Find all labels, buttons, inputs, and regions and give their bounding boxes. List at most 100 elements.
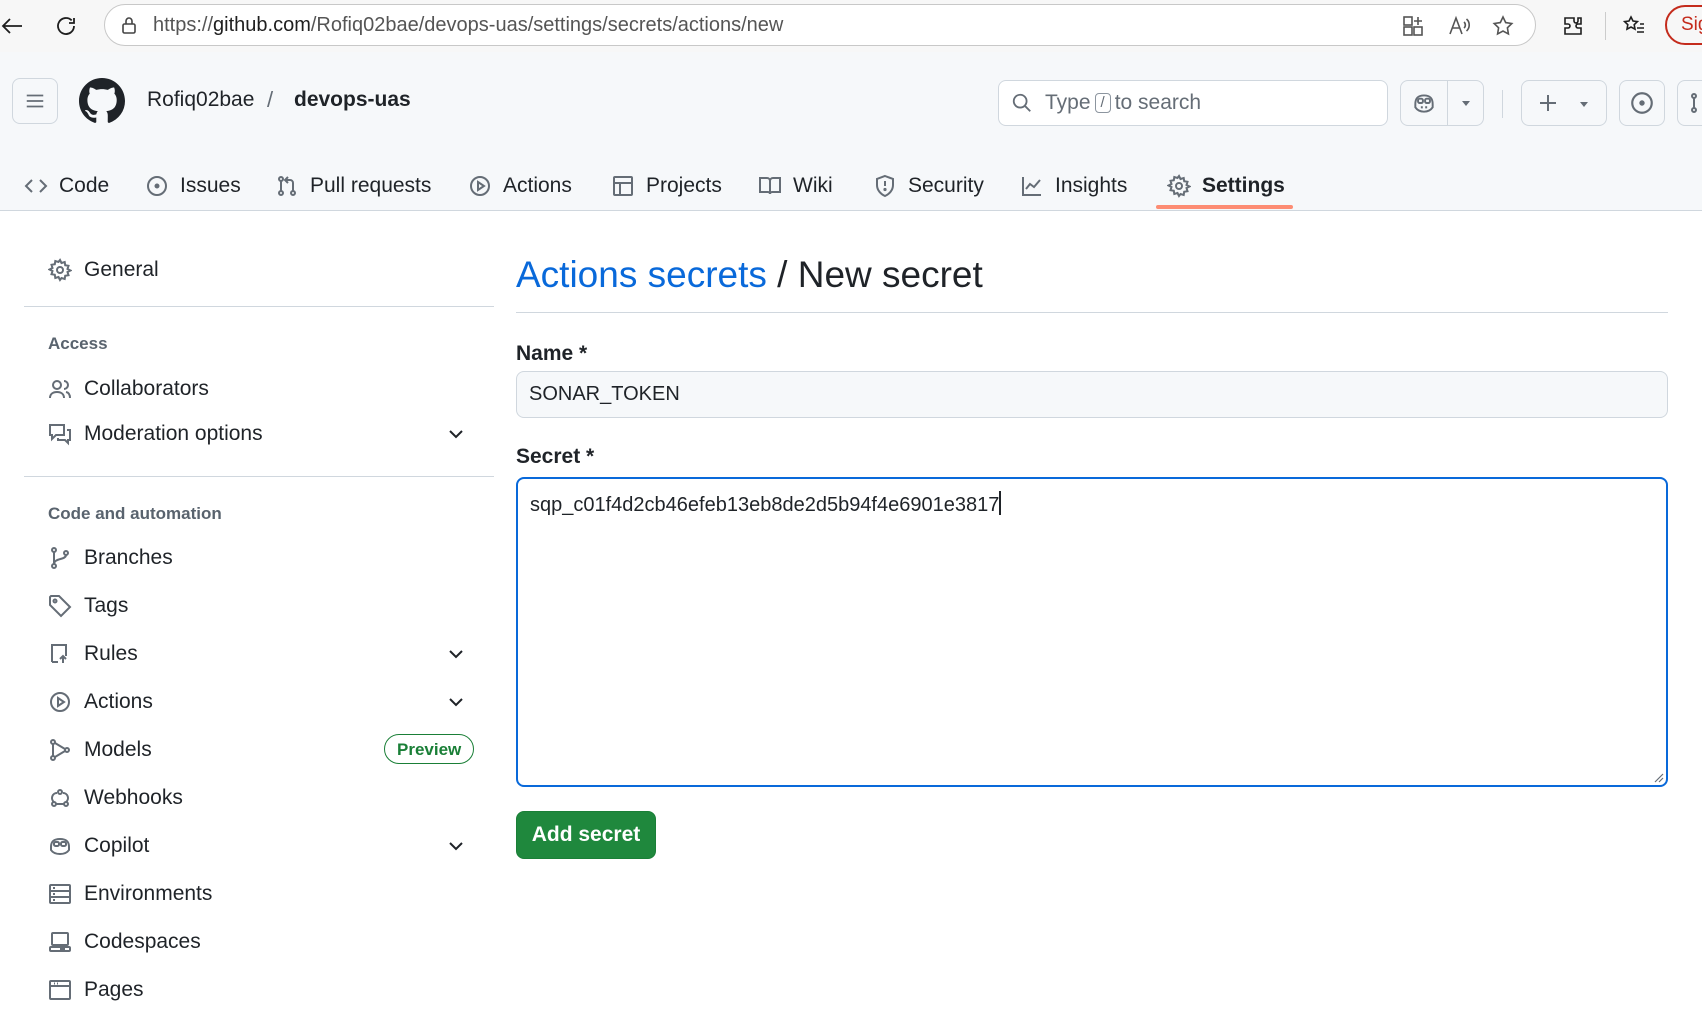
sidebar-item-label: Webhooks — [84, 786, 183, 809]
tab-code[interactable]: Code — [24, 162, 109, 210]
breadcrumb-owner[interactable]: Rofiq02bae — [147, 88, 254, 112]
git-pull-request-icon — [1691, 93, 1697, 113]
search-shortcut-key: / — [1094, 93, 1111, 113]
sign-in-button[interactable]: Sig — [1665, 5, 1702, 45]
comment-discussion-icon — [49, 424, 71, 446]
sidebar-item-label: Collaborators — [84, 377, 209, 400]
tab-label: Actions — [503, 174, 572, 197]
sidebar-item-environments[interactable]: Environments — [24, 872, 494, 916]
chevron-down-icon — [449, 650, 463, 659]
extensions-icon[interactable] — [1561, 14, 1585, 38]
sidebar-item-codespaces[interactable]: Codespaces — [24, 920, 494, 964]
tab-settings[interactable]: Settings — [1167, 162, 1285, 210]
tab-label: Security — [908, 174, 984, 197]
secret-field[interactable]: sqp_c01f4d2cb46efeb13eb8de2d5b94f4e6901e… — [516, 477, 1668, 787]
tab-insights[interactable]: Insights — [1020, 162, 1127, 210]
sidebar-item-webhooks[interactable]: Webhooks — [24, 776, 494, 820]
chevron-down-icon — [449, 842, 463, 851]
browser-toolbar: https://github.com/Rofiq02bae/devops-uas… — [0, 0, 1702, 53]
page-title-text: New secret — [797, 254, 983, 295]
secret-value: sqp_c01f4d2cb46efeb13eb8de2d5b94f4e6901e… — [530, 494, 1000, 516]
tab-label: Issues — [180, 174, 241, 197]
copilot-dropdown-button[interactable] — [1448, 81, 1484, 125]
sidebar-item-collaborators[interactable]: Collaborators — [24, 367, 494, 411]
sidebar-item-rules[interactable]: Rules — [24, 632, 494, 676]
github-header: Rofiq02bae / devops-uas Type / to search C… — [0, 52, 1702, 211]
issue-opened-icon — [147, 176, 167, 196]
server-icon — [49, 884, 71, 904]
issues-button[interactable] — [1619, 80, 1665, 126]
toolbar-divider — [1605, 12, 1606, 40]
sidebar-item-label: Codespaces — [84, 930, 201, 953]
shield-icon — [876, 174, 894, 198]
copilot-button[interactable] — [1401, 81, 1447, 125]
header-divider — [1502, 90, 1503, 118]
title-divider — [516, 312, 1668, 313]
git-pull-request-icon — [278, 176, 296, 196]
sidebar-item-pages[interactable]: Pages — [24, 968, 494, 1012]
sidebar-item-label: Moderation options — [84, 422, 263, 445]
reload-icon[interactable] — [54, 14, 78, 38]
title-separator: / — [766, 254, 798, 295]
sidebar-item-branches[interactable]: Branches — [24, 536, 494, 580]
sidebar-item-label: Pages — [84, 978, 144, 1001]
webhook-icon — [51, 789, 69, 807]
create-new-button[interactable] — [1521, 80, 1607, 126]
tab-pull-requests[interactable]: Pull requests — [275, 162, 431, 210]
tab-label: Code — [59, 174, 110, 197]
tab-actions[interactable]: Actions — [468, 162, 572, 210]
favorite-star-icon[interactable] — [1491, 14, 1515, 38]
triangle-down-icon — [1580, 102, 1588, 107]
copilot-icon — [50, 837, 70, 856]
tab-projects[interactable]: Projects — [611, 162, 722, 210]
text-caret — [999, 491, 1002, 515]
table-icon — [613, 176, 633, 196]
sidebar-item-label: Copilot — [84, 834, 150, 857]
github-mark-icon — [79, 78, 125, 123]
back-arrow-icon[interactable] — [0, 14, 24, 38]
resize-grip-icon[interactable] — [1652, 771, 1664, 783]
git-branch-icon — [51, 547, 69, 569]
repo-nav: Code Issues Pull requests Actions Projec… — [0, 162, 1702, 210]
tab-wiki[interactable]: Wiki — [758, 162, 833, 210]
sidebar-item-label: General — [84, 258, 159, 281]
favorites-list-icon[interactable] — [1622, 14, 1646, 38]
tab-issues[interactable]: Issues — [145, 162, 241, 210]
codespaces-icon — [49, 932, 71, 952]
sidebar-item-label: Tags — [84, 594, 129, 617]
sidebar-item-moderation-options[interactable]: Moderation options — [24, 412, 494, 456]
actions-secrets-link[interactable]: Actions secrets — [516, 254, 767, 295]
breadcrumb-separator: / — [267, 87, 274, 112]
github-logo[interactable] — [79, 78, 125, 124]
tab-label: Insights — [1055, 174, 1128, 197]
preview-badge: Preview — [384, 734, 475, 764]
url-text: https://github.com/Rofiq02bae/devops-uas… — [153, 14, 784, 36]
sidebar-item-copilot[interactable]: Copilot — [24, 824, 494, 868]
lock-icon[interactable] — [119, 15, 139, 35]
sidebar-item-models[interactable]: Models Preview — [24, 728, 494, 772]
app-available-icon[interactable] — [1401, 14, 1425, 38]
sidebar-item-actions[interactable]: Actions — [24, 680, 494, 724]
tab-label: Projects — [646, 174, 722, 197]
read-aloud-icon[interactable] — [1447, 14, 1471, 38]
sidebar-item-general[interactable]: General — [24, 248, 494, 292]
sidebar-heading-access: Access — [48, 334, 108, 353]
secret-label: Secret * — [516, 445, 595, 468]
code-icon — [24, 179, 48, 193]
pull-requests-button[interactable] — [1677, 80, 1702, 126]
gear-icon — [1167, 174, 1191, 198]
tab-security[interactable]: Security — [873, 162, 984, 210]
breadcrumb-repo[interactable]: devops-uas — [294, 88, 411, 112]
add-secret-button[interactable]: Add secret — [516, 811, 656, 859]
search-icon — [1011, 92, 1033, 114]
menu-button[interactable] — [12, 78, 58, 124]
selected-tab-indicator — [1156, 205, 1293, 209]
sidebar-divider — [24, 476, 494, 477]
sidebar-item-label: Environments — [84, 882, 213, 905]
search-input[interactable]: Type / to search — [998, 80, 1388, 126]
hamburger-icon — [26, 94, 44, 108]
sidebar-item-tags[interactable]: Tags — [24, 584, 494, 628]
address-bar[interactable]: https://github.com/Rofiq02bae/devops-uas… — [104, 4, 1536, 46]
tag-icon — [49, 595, 72, 618]
name-field[interactable]: SONAR_TOKEN — [516, 371, 1668, 418]
